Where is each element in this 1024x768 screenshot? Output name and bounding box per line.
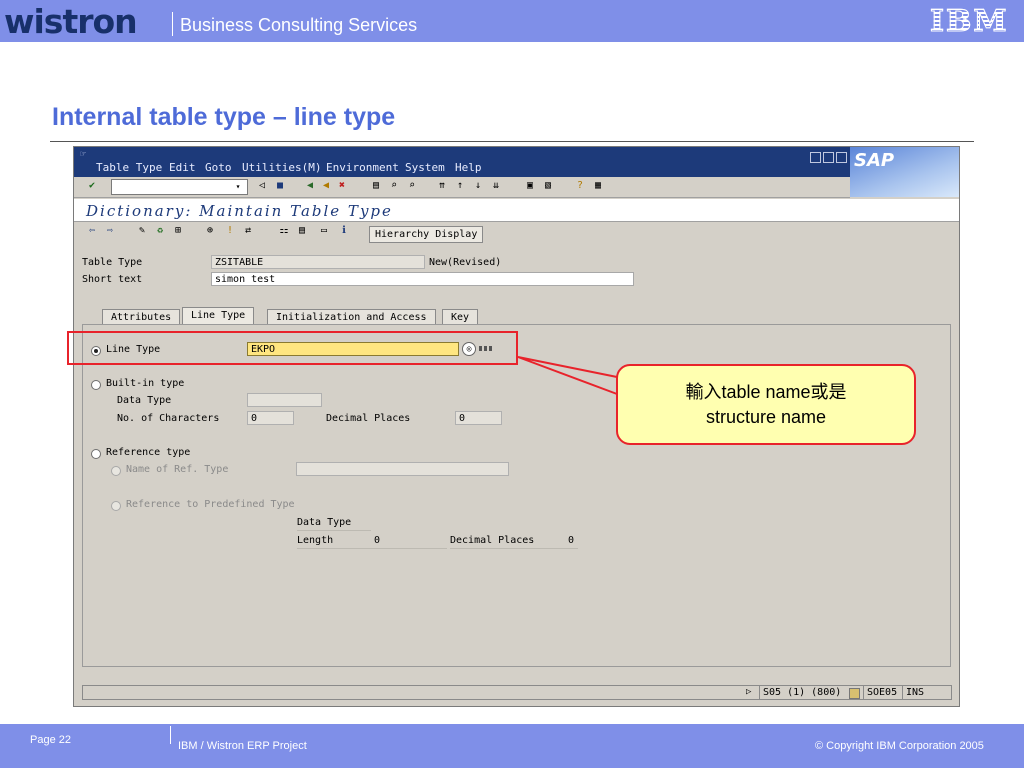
footer-copyright: © Copyright IBM Corporation 2005	[815, 740, 984, 752]
callout-line-2: structure name	[705, 407, 827, 427]
callout-line-1: 輸入table name或是	[685, 382, 847, 402]
footer-band: Page 22 IBM / Wistron ERP Project © Copy…	[0, 724, 1024, 768]
callout-pointer-line	[517, 356, 618, 395]
page-number: Page 22	[30, 734, 71, 746]
callout-note: 輸入table name或是 structure name	[616, 364, 916, 445]
footer-project: IBM / Wistron ERP Project	[178, 740, 307, 752]
footer-divider	[170, 726, 171, 744]
